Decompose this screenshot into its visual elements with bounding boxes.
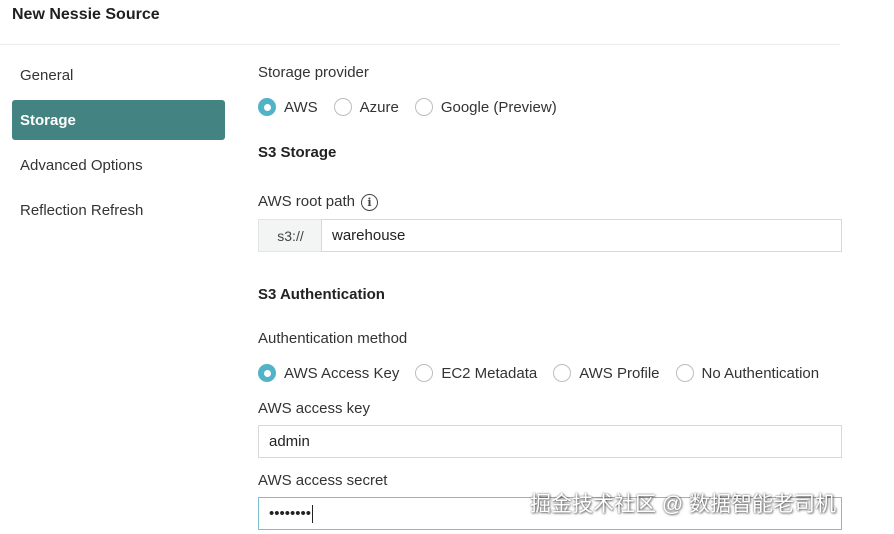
sidebar-item-general[interactable]: General [12,55,225,95]
sidebar-item-reflection-refresh[interactable]: Reflection Refresh [12,190,225,230]
header-divider [0,44,840,45]
s3-storage-heading: S3 Storage [258,144,337,161]
radio-unchecked-icon[interactable] [333,98,352,116]
root-path-input[interactable]: warehouse [321,219,842,252]
radio-unchecked-icon[interactable] [675,364,694,382]
auth-option-aws-access-key[interactable]: AWS Access Key [258,364,399,382]
sidebar-item-storage[interactable]: Storage [12,100,225,140]
s3-authentication-heading: S3 Authentication [258,286,385,303]
access-key-value: admin [269,433,310,450]
text-caret [312,504,314,523]
auth-option-aws-profile[interactable]: AWS Profile [553,364,660,382]
sidebar-item-advanced-options[interactable]: Advanced Options [12,145,225,185]
root-path-label-row: AWS root path i [258,193,378,211]
sidebar-item-label: Advanced Options [20,156,143,174]
dialog-title: New Nessie Source [12,6,160,23]
radio-unchecked-icon[interactable] [415,364,434,382]
provider-option-label: Azure [359,98,399,116]
storage-provider-radio-group: AWS Azure Google (Preview) [258,98,557,116]
info-icon[interactable]: i [361,193,378,211]
auth-option-no-authentication[interactable]: No Authentication [675,364,820,382]
access-key-label: AWS access key [258,400,370,417]
auth-option-label: AWS Access Key [284,364,400,382]
provider-option-azure[interactable]: Azure [333,98,399,116]
radio-checked-icon[interactable] [258,98,276,116]
root-path-prefix: s3:// [258,219,322,252]
storage-provider-label: Storage provider [258,64,369,81]
access-secret-label: AWS access secret [258,472,388,489]
sidebar-item-label: Reflection Refresh [20,201,144,219]
access-secret-value: •••••••• [269,505,312,522]
root-path-label: AWS root path [258,193,355,210]
provider-option-label: AWS [284,98,318,116]
auth-option-label: AWS Profile [579,364,660,382]
radio-unchecked-icon[interactable] [553,364,572,382]
sidebar-item-label: Storage [20,111,76,129]
provider-option-label: Google (Preview) [440,98,557,116]
auth-option-label: EC2 Metadata [441,364,538,382]
provider-option-aws[interactable]: AWS [258,98,318,116]
auth-option-label: No Authentication [701,364,820,382]
radio-checked-icon[interactable] [258,364,276,382]
root-path-value: warehouse [332,227,406,244]
provider-option-google[interactable]: Google (Preview) [414,98,557,116]
authentication-method-radio-group: AWS Access Key EC2 Metadata AWS Profile … [258,364,819,382]
radio-unchecked-icon[interactable] [414,98,433,116]
authentication-method-label: Authentication method [258,330,408,347]
sidebar-item-label: General [20,66,74,84]
access-key-input[interactable]: admin [258,425,842,458]
auth-option-ec2-metadata[interactable]: EC2 Metadata [415,364,537,382]
watermark: 掘金技术社区 @ 数据智能老司机 [530,493,836,516]
